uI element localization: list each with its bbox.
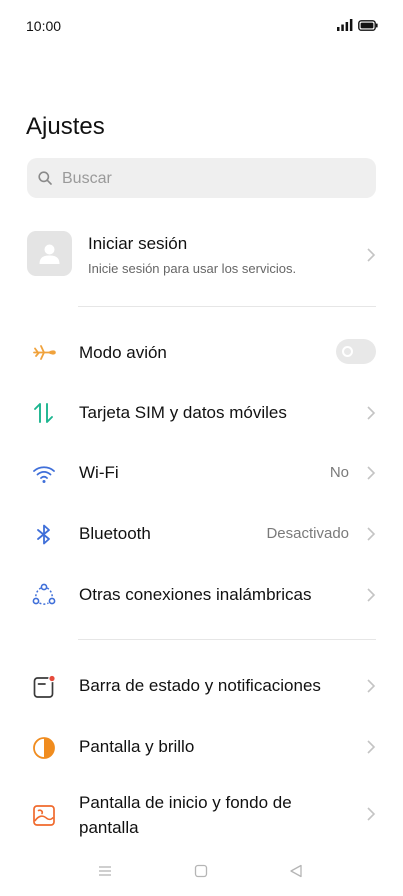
search-icon [38, 171, 52, 185]
setting-label: Tarjeta SIM y datos móviles [79, 403, 287, 422]
notifications-icon [33, 674, 56, 698]
home-icon[interactable] [194, 864, 208, 878]
setting-value: No [329, 464, 349, 481]
setting-label: Pantalla y brillo [79, 737, 195, 756]
setting-value: Desactivado [266, 525, 349, 542]
airplane-icon [33, 345, 56, 360]
chevron-right-icon [367, 740, 376, 754]
connections-icon [32, 583, 56, 605]
navigation-bar [0, 856, 403, 896]
setting-label: Bluetooth [79, 524, 151, 543]
wifi-icon [33, 466, 55, 483]
signal-icon [337, 19, 353, 31]
chevron-right-icon [367, 807, 376, 821]
chevron-right-icon [367, 588, 376, 602]
setting-home-wallpaper[interactable]: Pantalla de inicio y fondo de pantalla [0, 784, 403, 844]
chevron-right-icon [367, 466, 376, 480]
status-time: 10:00 [26, 18, 62, 34]
sim-data-icon [34, 403, 53, 423]
avatar [27, 231, 72, 276]
chevron-right-icon [367, 406, 376, 420]
chevron-right-icon [367, 527, 376, 541]
setting-label-line2: pantalla [79, 818, 139, 837]
setting-label: Barra de estado y notificaciones [79, 676, 321, 695]
wallpaper-icon [33, 805, 55, 826]
search-field[interactable]: Buscar [27, 158, 376, 198]
setting-sim-data[interactable]: Tarjeta SIM y datos móviles [0, 382, 403, 442]
setting-label: Otras conexiones inalámbricas [79, 585, 312, 604]
setting-bluetooth[interactable]: Bluetooth Desactivado [0, 504, 403, 564]
setting-display-brightness[interactable]: Pantalla y brillo [0, 717, 403, 777]
setting-status-bar-notifications[interactable]: Barra de estado y notificaciones [0, 656, 403, 716]
user-icon [39, 244, 60, 264]
chevron-right-icon [367, 248, 376, 262]
bluetooth-icon [37, 524, 50, 545]
divider [78, 639, 376, 640]
setting-label: Wi-Fi [79, 463, 119, 482]
setting-other-connections[interactable]: Otras conexiones inalámbricas [0, 564, 403, 624]
setting-label: Modo avión [79, 343, 167, 362]
back-icon[interactable] [289, 864, 303, 878]
display-brightness-icon [33, 737, 55, 759]
account-subtitle: Inicie sesión para usar los servicios. [88, 261, 297, 276]
battery-icon [358, 20, 378, 31]
divider [78, 306, 376, 307]
menu-icon[interactable] [98, 864, 112, 878]
account-title: Iniciar sesión [88, 234, 188, 253]
toggle-knob [342, 346, 353, 357]
chevron-right-icon [367, 679, 376, 693]
account-sign-in[interactable]: Iniciar sesión Inicie sesión para usar l… [0, 224, 403, 286]
airplane-mode-toggle[interactable] [336, 339, 376, 364]
setting-label-line1: Pantalla de inicio y fondo de [79, 793, 292, 812]
page-title: Ajustes [26, 113, 105, 140]
setting-wifi[interactable]: Wi-Fi No [0, 443, 403, 503]
status-bar: 10:00 [0, 0, 403, 52]
search-placeholder: Buscar [62, 170, 112, 187]
